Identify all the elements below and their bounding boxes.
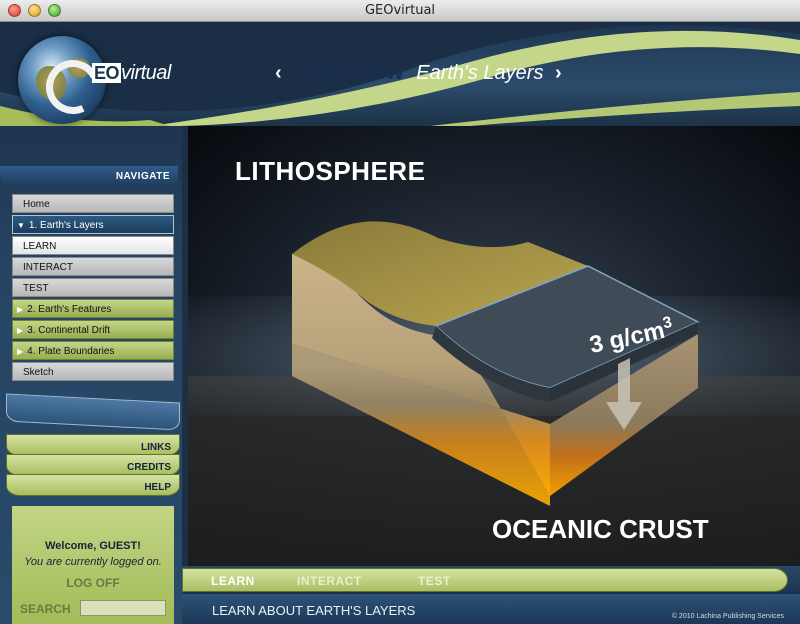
sidebar-link-tabs: LINKS CREDITS HELP	[6, 393, 180, 496]
app-logo-text: EO virtual	[92, 62, 171, 85]
tab-learn[interactable]: LEARN	[211, 574, 255, 588]
nav-list: Home ▼ 1. Earth's Layers LEARN INTERACT T…	[12, 194, 174, 383]
crust-caption: OCEANIC CRUST	[492, 514, 709, 544]
bottom-tab-bar: LEARN INTERACT TEST	[182, 566, 800, 594]
triangle-right-icon: ▶	[17, 347, 24, 356]
nav-item-earths-layers[interactable]: ▼ 1. Earth's Layers	[12, 215, 174, 234]
nav-item-label: 3. Continental Drift	[27, 325, 110, 336]
nav-item-label: 1. Earth's Layers	[28, 220, 104, 231]
logo-eo: EO	[92, 63, 122, 83]
section-description: LEARN ABOUT EARTH'S LAYERS	[212, 603, 416, 618]
nav-item-learn[interactable]: LEARN	[12, 236, 174, 255]
layer-heading: LITHOSPHERE	[235, 156, 426, 186]
breadcrumb: ‹ OVERVIEW Earth's Layers ›	[275, 62, 562, 85]
links-button[interactable]: LINKS	[6, 434, 180, 456]
breadcrumb-subsection: Earth's Layers	[416, 62, 544, 84]
app-header: EO virtual ‹ OVERVIEW Earth's Layers ›	[0, 22, 800, 126]
search-label: SEARCH	[20, 602, 71, 616]
breadcrumb-section: OVERVIEW	[293, 62, 405, 84]
nav-item-continental-drift[interactable]: ▶ 3. Continental Drift	[12, 320, 174, 339]
tab-test[interactable]: TEST	[418, 574, 451, 588]
nav-item-sketch[interactable]: Sketch	[12, 362, 174, 381]
next-chevron-icon[interactable]: ›	[555, 62, 562, 84]
nav-item-interact[interactable]: INTERACT	[12, 257, 174, 276]
nav-item-label: 4. Plate Boundaries	[27, 346, 115, 357]
user-panel: Welcome, GUEST! You are currently logged…	[12, 506, 174, 624]
sidebar: NAVIGATE Home ▼ 1. Earth's Layers LEARN I…	[0, 126, 182, 624]
window-title: GEOvirtual	[364, 3, 436, 18]
nav-item-earths-features[interactable]: ▶ 2. Earth's Features	[12, 299, 174, 318]
previous-chevron-icon[interactable]: ‹	[275, 62, 282, 84]
sidebar-decorative-tab	[6, 393, 180, 431]
triangle-down-icon: ▼	[17, 221, 25, 230]
credits-button[interactable]: CREDITS	[6, 454, 180, 476]
triangle-right-icon: ▶	[17, 326, 24, 335]
navigate-header: NAVIGATE	[0, 166, 178, 186]
tab-interact[interactable]: INTERACT	[297, 574, 362, 588]
window-titlebar: GEOvirtual	[0, 0, 800, 22]
logo-virtual: virtual	[121, 62, 171, 84]
login-status: You are currently logged on.	[24, 556, 162, 568]
nav-item-plate-boundaries[interactable]: ▶ 4. Plate Boundaries	[12, 341, 174, 360]
search-input[interactable]	[80, 600, 166, 616]
nav-item-home[interactable]: Home	[12, 194, 174, 213]
welcome-text: Welcome, GUEST!	[45, 540, 141, 552]
crust-block-illustration	[292, 221, 700, 506]
triangle-right-icon: ▶	[17, 305, 24, 314]
log-off-button[interactable]: LOG OFF	[12, 576, 174, 590]
nav-item-test[interactable]: TEST	[12, 278, 174, 297]
footer: LEARN ABOUT EARTH'S LAYERS © 2010 Lachin…	[182, 594, 800, 624]
nav-item-label: 2. Earth's Features	[27, 304, 112, 315]
bottom-tab-strip	[182, 568, 788, 592]
main-illustration: LITHOSPHERE 3 g/cm3 OCEANIC CRUST	[188, 126, 800, 566]
copyright: © 2010 Lachina Publishing Services	[671, 613, 784, 620]
help-button[interactable]: HELP	[6, 474, 180, 496]
